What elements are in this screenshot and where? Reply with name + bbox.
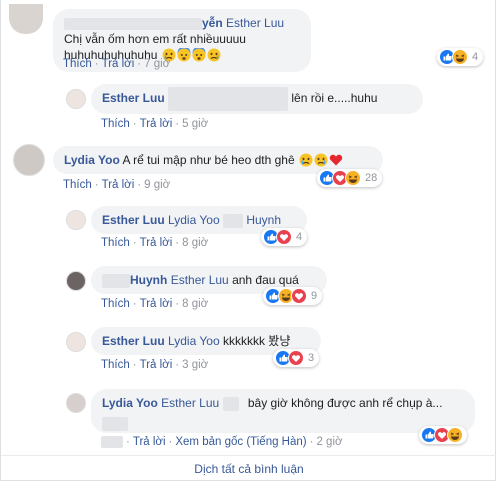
mention-tag[interactable]: Esther Luu — [226, 16, 284, 30]
haha-reaction-icon — [447, 427, 463, 443]
reaction-summary[interactable]: 28 — [317, 169, 383, 187]
like-link[interactable]: Thích — [63, 58, 92, 70]
avatar[interactable] — [66, 393, 86, 413]
haha-reaction-icon — [452, 49, 468, 65]
reaction-count: 4 — [296, 231, 303, 243]
comment-text: bây giờ không được anh rể chụp à... — [247, 396, 443, 410]
fearful-face-icon — [192, 46, 206, 66]
comment-actions: · Trả lời · Xem bản gốc (Tiếng Hàn) · 2 giờ — [101, 436, 343, 448]
comment-bubble: Lydia Yoo Esther Luu bây giờ không được … — [91, 389, 475, 433]
blurred-like — [101, 436, 123, 448]
love-reaction-icon — [288, 350, 304, 366]
comment-actions: Thích · Trả lời · 5 giờ — [101, 118, 209, 130]
like-link[interactable]: Thích — [101, 359, 130, 371]
comment-actions: Thích · Trả lời · 8 giờ — [101, 298, 209, 310]
commenter-name[interactable]: Esther Luu — [102, 213, 165, 227]
love-reaction-icon — [276, 229, 292, 245]
comments-panel: yễn Esther Luu Chị vẫn ốm hơn em rất nhi… — [0, 0, 496, 481]
reaction-summary[interactable]: 3 — [273, 349, 320, 367]
commenter-name[interactable]: yễn — [202, 16, 223, 30]
comment-actions: Thích · Trả lời · 3 giờ — [101, 359, 209, 371]
reply-link[interactable]: Trả lời — [140, 118, 173, 130]
comment-text: A rể tui mập như bé heo dth ghê — [122, 153, 295, 167]
commenter-name[interactable]: Lydia Yoo — [102, 396, 158, 410]
comment-text: kkkkkkk 봤냥 — [222, 334, 291, 348]
divider — [1, 455, 496, 456]
blurred-name — [222, 396, 239, 411]
blurred-name — [168, 86, 289, 111]
reply-link[interactable]: Trả lời — [102, 179, 135, 191]
reaction-count: 9 — [311, 290, 318, 302]
reaction-summary[interactable] — [419, 426, 467, 444]
reaction-count: 4 — [472, 51, 479, 63]
like-link[interactable]: Thích — [101, 118, 130, 130]
timestamp[interactable]: 9 giờ — [144, 179, 170, 191]
avatar[interactable] — [66, 271, 86, 291]
like-link[interactable]: Thích — [101, 237, 130, 249]
comment-text: lên rồi e.....huhu — [291, 91, 378, 105]
crying-face-icon — [299, 153, 313, 171]
comment-actions: Thích · Trả lời · 8 giờ — [101, 237, 209, 249]
reply-link[interactable]: Trả lời — [140, 359, 173, 371]
mention-tag[interactable]: Lydia Yoo — [168, 213, 220, 227]
blurred-name — [102, 416, 128, 431]
avatar[interactable] — [13, 144, 45, 176]
avatar[interactable] — [66, 332, 86, 352]
commenter-name[interactable]: Esther Luu — [102, 334, 165, 348]
timestamp[interactable]: 2 giờ — [316, 436, 342, 448]
mention-tag[interactable]: Lydia Yoo — [168, 334, 220, 348]
reply-link[interactable]: Trả lời — [102, 58, 135, 70]
commenter-name[interactable]: Huynh — [130, 273, 167, 287]
reply-link[interactable]: Trả lời — [140, 298, 173, 310]
mention-tag[interactable]: Huynh — [246, 213, 281, 227]
fearful-face-icon — [177, 46, 191, 66]
comment-text: anh đau quá — [232, 273, 299, 287]
translate-all-link[interactable]: Dịch tất cả bình luận — [1, 462, 496, 476]
timestamp[interactable]: 8 giờ — [182, 298, 208, 310]
avatar[interactable] — [9, 4, 43, 34]
timestamp[interactable]: 8 giờ — [182, 237, 208, 249]
timestamp[interactable]: 3 giờ — [182, 359, 208, 371]
commenter-name[interactable]: Esther Luu — [102, 91, 165, 105]
commenter-name[interactable]: Lydia Yoo — [64, 153, 120, 167]
blurred-name — [64, 17, 202, 30]
like-link[interactable]: Thích — [63, 179, 92, 191]
love-reaction-icon — [291, 288, 307, 304]
reply-link[interactable]: Trả lời — [140, 237, 173, 249]
comment-actions: Thích · Trả lời · 7 giờ — [63, 58, 171, 70]
reaction-summary[interactable]: 4 — [437, 48, 484, 66]
mention-tag[interactable]: Esther Luu — [161, 396, 219, 410]
comment-actions: Thích · Trả lời · 9 giờ — [63, 179, 171, 191]
blurred-name — [222, 213, 243, 228]
reaction-count: 3 — [308, 352, 315, 364]
reaction-summary[interactable]: 9 — [263, 287, 323, 305]
crying-face-icon — [207, 48, 221, 66]
timestamp[interactable]: 7 giờ — [144, 58, 170, 70]
see-original-link[interactable]: Xem bản gốc (Tiếng Hàn) — [175, 436, 306, 448]
haha-reaction-icon — [345, 170, 361, 186]
reply-link[interactable]: Trả lời — [133, 436, 166, 448]
timestamp[interactable]: 5 giờ — [182, 118, 208, 130]
like-link[interactable]: Thích — [101, 298, 130, 310]
avatar[interactable] — [66, 89, 86, 109]
avatar[interactable] — [66, 210, 86, 230]
comment-bubble: Esther Luu lên rồi e.....huhu — [91, 84, 423, 114]
reaction-summary[interactable]: 4 — [261, 228, 308, 246]
mention-tag[interactable]: Esther Luu — [171, 273, 229, 287]
blurred-name — [102, 273, 130, 288]
reaction-count: 28 — [365, 172, 378, 184]
